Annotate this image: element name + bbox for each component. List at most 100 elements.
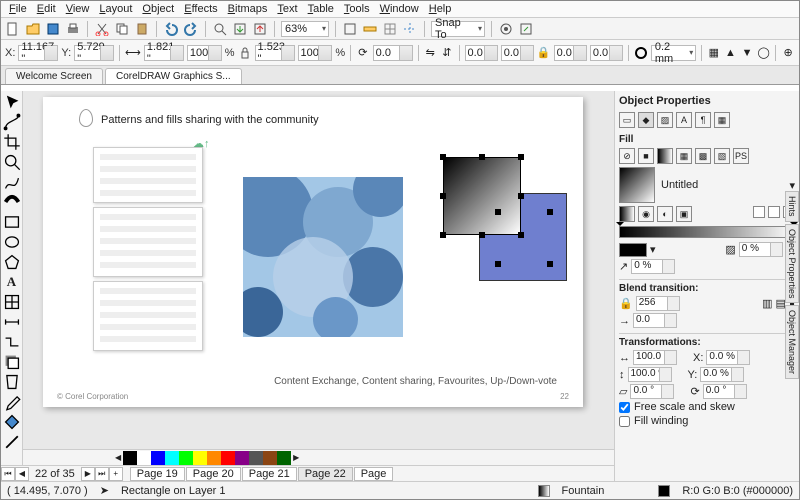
postscript-fill-icon[interactable]: PS [733,148,749,164]
menu-effects[interactable]: Effects [184,3,217,15]
accel-field[interactable]: 0.0 [633,313,677,328]
wrap-text-icon[interactable]: ▦ [707,45,721,61]
fill-width-field[interactable]: 100.0 % [633,350,677,365]
outline-width-field[interactable]: 0.2 mm [651,45,696,61]
page-tab[interactable]: Page 21 [242,467,297,481]
menu-table[interactable]: Table [308,3,334,15]
copy-icon[interactable] [114,21,130,37]
outline-indicator-icon[interactable] [658,485,670,497]
rectangular-gradient-icon[interactable]: ▣ [676,206,692,222]
node-position-field[interactable]: 0 % [631,259,675,274]
prev-page-icon[interactable]: ◀ [15,467,29,481]
options-icon[interactable] [498,21,514,37]
menu-window[interactable]: Window [380,3,419,15]
bitmap-fill-icon[interactable]: ▩ [695,148,711,164]
y-field[interactable]: 5.729 " [74,45,114,61]
texture-fill-icon[interactable]: ▧ [714,148,730,164]
palette-swatch[interactable] [277,451,291,465]
pick-tool-icon[interactable] [3,93,21,111]
palette-swatch[interactable] [207,451,221,465]
add-page-icon[interactable]: + [109,467,123,481]
save-icon[interactable] [45,21,61,37]
palette-swatch[interactable] [137,451,151,465]
node-color-swatch[interactable] [619,243,647,257]
crop-tool-icon[interactable] [3,133,21,151]
frame-section-icon[interactable]: ▦ [714,112,730,128]
new-icon[interactable] [5,21,21,37]
drawing-area[interactable]: Patterns and fills sharing with the comm… [23,91,614,465]
menu-help[interactable]: Help [429,3,452,15]
last-page-icon[interactable]: ⏭ [95,467,109,481]
scale-y-field[interactable]: 100.0 [298,45,333,61]
fill-y-field[interactable]: 0.0 % [700,367,744,382]
palette-swatch[interactable] [123,451,137,465]
rectangle-tool-icon[interactable] [3,213,21,231]
steps-field[interactable]: 256 [636,296,680,311]
guides-icon[interactable] [402,21,418,37]
lock-ratio-icon[interactable] [238,45,252,61]
transparency-tool-icon[interactable] [3,373,21,391]
page-tab[interactable]: Page 19 [130,467,185,481]
table-tool-icon[interactable] [3,293,21,311]
corner-lock-icon[interactable]: 🔒 [537,45,551,61]
palette-swatch[interactable] [165,451,179,465]
menu-bitmaps[interactable]: Bitmaps [228,3,268,15]
paste-icon[interactable] [134,21,150,37]
linear-gradient-icon[interactable] [619,206,635,222]
search-icon[interactable] [212,21,228,37]
corner-3-field[interactable]: 0.0 ° [554,45,587,61]
no-fill-icon[interactable]: ⊘ [619,148,635,164]
palette-swatch[interactable] [263,451,277,465]
shape-tool-icon[interactable] [3,113,21,131]
text-tool-icon[interactable]: A [3,273,21,291]
corner-2-field[interactable]: 0.0 ° [501,45,534,61]
rotation-field[interactable]: 0.0 [373,45,413,61]
height-field[interactable]: 1.523 " [255,45,295,61]
tab-welcome[interactable]: Welcome Screen [5,68,103,84]
elliptical-gradient-icon[interactable]: ◉ [638,206,654,222]
gradient-preview[interactable] [619,167,655,203]
arrange-icon[interactable] [768,206,780,218]
conical-gradient-icon[interactable]: ◐ [657,206,673,222]
menu-file[interactable]: File [9,3,27,15]
dimension-tool-icon[interactable] [3,313,21,331]
mirror-repeat-icon[interactable]: ▥ [762,297,772,310]
x-field[interactable]: 11.167 " [18,45,58,61]
fill-skew-field[interactable]: 0.0 ° [630,384,674,399]
para-section-icon[interactable]: ¶ [695,112,711,128]
page-tab[interactable]: Page [354,467,394,481]
mirror-h-icon[interactable]: ⇋ [423,45,437,61]
hints-tab[interactable]: Hints [785,191,799,222]
open-icon[interactable] [25,21,41,37]
mirror-v-icon[interactable]: ⇵ [440,45,454,61]
object-properties-tab[interactable]: Object Properties [785,224,799,304]
next-page-icon[interactable]: ▶ [81,467,95,481]
cut-icon[interactable] [94,21,110,37]
palette-next-icon[interactable]: ▶ [291,453,301,462]
palette-swatch[interactable] [235,451,249,465]
fullscreen-icon[interactable] [342,21,358,37]
rulers-icon[interactable] [362,21,378,37]
to-back-icon[interactable]: ▼ [740,45,754,61]
undo-icon[interactable] [163,21,179,37]
reverse-icon[interactable] [753,206,765,218]
polygon-tool-icon[interactable] [3,253,21,271]
gradient-rectangle[interactable] [443,157,521,235]
fill-x-field[interactable]: 0.0 % [706,350,750,365]
first-page-icon[interactable]: ⏮ [1,467,15,481]
corner-4-field[interactable]: 0.0 ° [590,45,623,61]
connector-tool-icon[interactable] [3,333,21,351]
menu-edit[interactable]: Edit [37,3,56,15]
eyedropper-icon[interactable] [3,393,21,411]
transparency-section-icon[interactable]: ▨ [657,112,673,128]
menu-view[interactable]: View [66,3,90,15]
freehand-tool-icon[interactable] [3,173,21,191]
width-field[interactable]: 1.821 " [144,45,184,61]
steps-lock-icon[interactable]: 🔒 [619,297,633,310]
scale-x-field[interactable]: 100.0 [187,45,222,61]
convert-curves-icon[interactable]: ◯ [757,45,771,61]
artistic-media-icon[interactable] [3,193,21,211]
ellipse-tool-icon[interactable] [3,233,21,251]
redo-icon[interactable] [183,21,199,37]
outline-tool-icon[interactable] [3,433,21,451]
